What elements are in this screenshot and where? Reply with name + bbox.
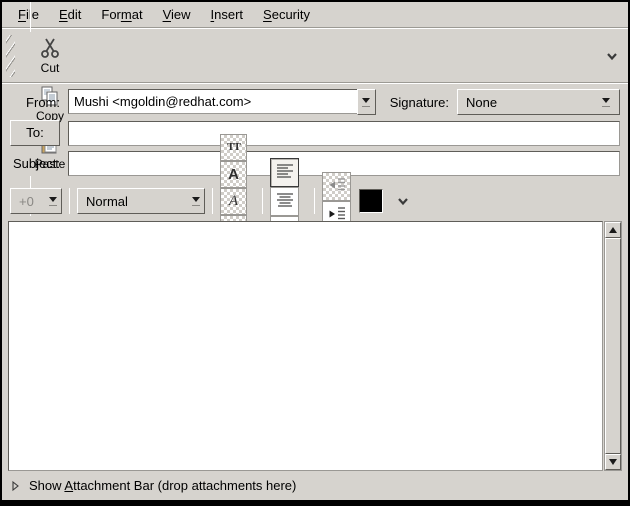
unindent-button [322,172,351,201]
from-combo [68,89,376,115]
attachment-bar-label: Show Attachment Bar (drop attachments he… [29,478,296,493]
chevron-down-icon [49,197,57,202]
menu-security[interactable]: Security [253,4,320,25]
to-input[interactable] [68,121,620,146]
toolbar-grip[interactable] [6,35,15,77]
toolbar-separator [30,2,31,32]
align-left-icon [275,162,295,183]
scrollbar-thumb[interactable] [605,238,621,454]
attachment-bar-toggle[interactable]: Show Attachment Bar (drop attachments he… [2,471,628,500]
message-editor-zone [8,221,622,471]
italic-toggle[interactable]: A [220,188,247,215]
composer-window: FileEditFormatViewInsertSecurity SendAtt… [0,0,630,506]
subject-label: Subject: [10,156,60,171]
chevron-down-icon [602,98,610,103]
from-label: From: [10,95,60,110]
unindent-icon [327,176,347,197]
signature-label: Signature: [390,95,449,110]
bold-toggle[interactable]: A [220,161,247,188]
toolbar-overflow-button[interactable] [602,46,622,66]
signature-select[interactable]: None [457,89,620,115]
align-center-icon [275,191,295,212]
bold-toggle-glyph: A [228,166,239,183]
typewriter-toggle[interactable]: TT [220,134,247,161]
to-button[interactable]: To: [10,120,60,146]
editor-scrollbar[interactable] [604,221,622,471]
menubar: FileEditFormatViewInsertSecurity [2,2,628,27]
align-center-button[interactable] [270,187,299,216]
subject-row: Subject: [10,151,620,176]
menu-format[interactable]: Format [91,4,152,25]
scroll-up-button[interactable] [605,222,621,238]
format-toolbar: +0 Normal TTAAAA [2,183,628,219]
signature-dropdown-button[interactable] [596,98,615,107]
window-body: FileEditFormatViewInsertSecurity SendAtt… [2,2,628,500]
menu-insert[interactable]: Insert [201,4,254,25]
typewriter-toggle-glyph: TT [227,141,240,153]
from-input[interactable] [68,89,357,114]
main-toolbar: SendAttachUndoRedoCutCopyPasteFindReplac… [2,29,628,82]
triangle-down-icon [609,459,617,465]
scroll-down-button[interactable] [605,454,621,470]
menu-view[interactable]: View [153,4,201,25]
cut-icon [38,36,62,60]
paragraph-style-select[interactable]: Normal [77,188,205,214]
font-size-value: +0 [19,194,49,209]
signature-value: None [466,95,596,110]
from-dropdown-button[interactable] [357,89,376,115]
triangle-right-icon [10,480,20,492]
format-overflow-button[interactable] [393,191,413,211]
chevron-down-icon [192,197,200,202]
cut-button[interactable]: Cut [21,32,79,80]
triangle-up-icon [609,227,617,233]
align-left-button[interactable] [270,158,299,187]
italic-toggle-glyph: A [229,193,238,210]
toolbar-button-label: Cut [41,61,60,75]
font-size-select[interactable]: +0 [10,188,62,214]
text-color-swatch[interactable] [359,189,383,213]
chevron-down-icon [362,98,370,103]
from-row: From: Signature: None [10,89,620,115]
header-fields: From: Signature: None [2,84,628,183]
paragraph-style-value: Normal [86,194,192,209]
message-body-editor[interactable] [8,221,603,471]
to-row: To: [10,120,620,146]
